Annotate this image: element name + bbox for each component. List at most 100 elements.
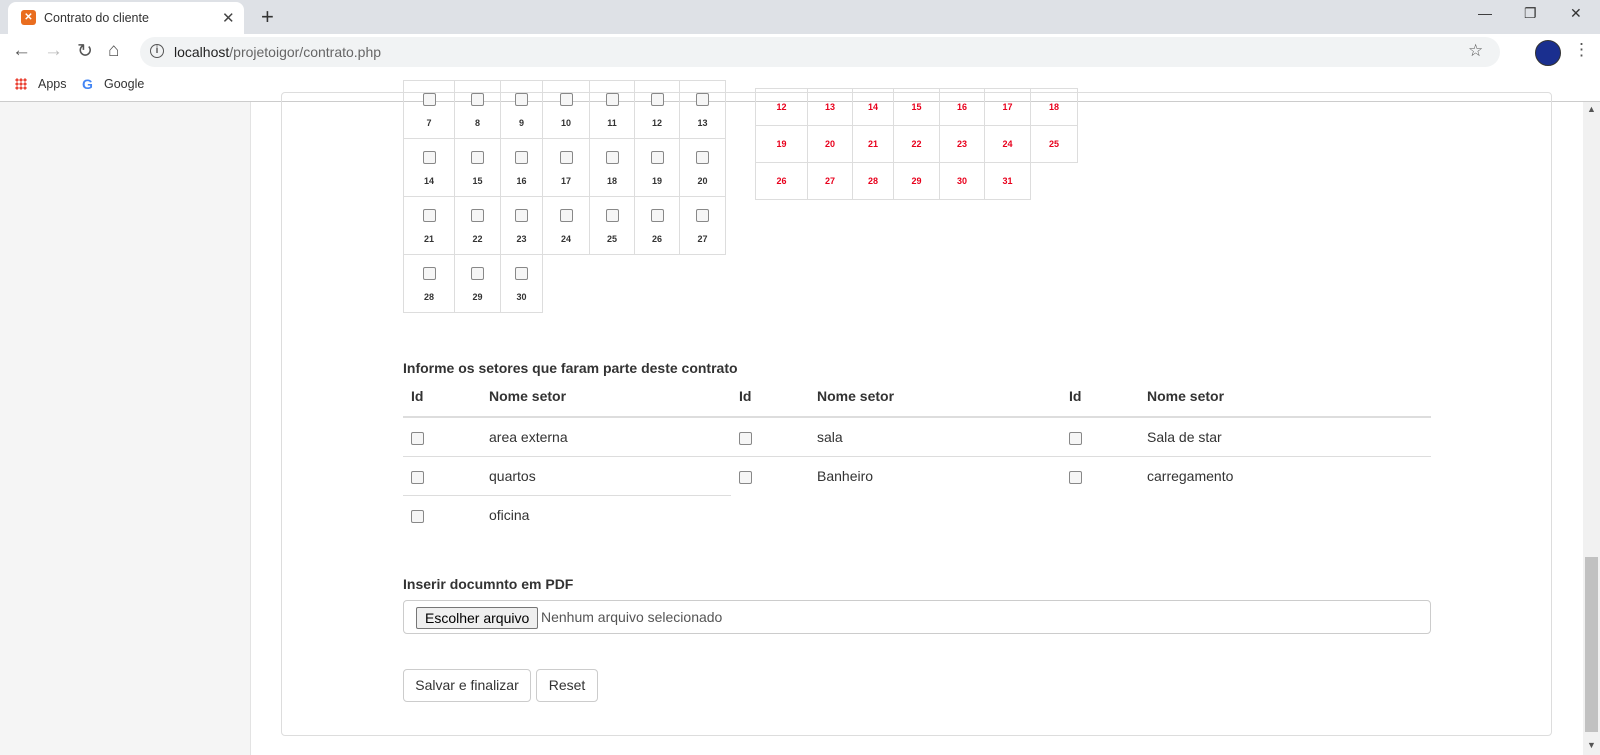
day-checkbox[interactable] [471, 209, 484, 222]
day-checkbox[interactable] [605, 151, 619, 164]
minimize-button[interactable]: — [1478, 5, 1492, 21]
sector-checkbox[interactable] [411, 470, 424, 484]
choose-file-button[interactable]: Escolher arquivo [416, 607, 539, 629]
calendar-day-red[interactable]: 26 [755, 162, 808, 200]
bookmark-star-icon[interactable]: ☆ [1468, 41, 1483, 61]
url-text[interactable]: localhost/projetoigor/contrato.php [174, 44, 381, 60]
calendar-day-red[interactable]: 23 [939, 125, 985, 163]
new-tab-button[interactable]: + [261, 4, 274, 30]
window-close-button[interactable]: ✕ [1570, 5, 1582, 22]
calendar-day: 8 [474, 118, 480, 128]
sector-name: quartos [481, 456, 731, 496]
calendar-day-red[interactable]: 24 [984, 125, 1031, 163]
reset-button[interactable]: Reset [536, 669, 598, 702]
save-finish-button[interactable]: Salvar e finalizar [403, 669, 531, 702]
forward-button[interactable]: → [44, 40, 63, 62]
day-checkbox[interactable] [515, 93, 528, 106]
empty-cell [1031, 163, 1078, 200]
calendar-day-red[interactable]: 27 [807, 162, 853, 200]
tab-close-icon[interactable]: ✕ [222, 9, 235, 27]
day-checkbox[interactable] [471, 93, 484, 106]
profile-avatar[interactable] [1535, 40, 1561, 66]
google-icon: G [82, 76, 93, 92]
calendar-day-red[interactable]: 28 [852, 162, 894, 200]
day-checkbox[interactable] [559, 209, 573, 222]
pdf-file-input[interactable]: Escolher arquivo Nenhum arquivo selecion… [403, 600, 1431, 634]
calendar-day: 7 [426, 118, 432, 128]
sector-checkbox[interactable] [1069, 431, 1082, 445]
calendar-day-red[interactable]: 30 [939, 162, 985, 200]
scroll-down-arrow-icon[interactable]: ▼ [1587, 740, 1596, 750]
day-checkbox[interactable] [559, 93, 573, 106]
day-checkbox[interactable] [650, 93, 664, 106]
calendar-day-red[interactable]: 12 [755, 88, 808, 126]
day-checkbox[interactable] [422, 151, 436, 164]
calendar-day-red[interactable]: 29 [893, 162, 940, 200]
home-button[interactable]: ⌂ [108, 40, 119, 62]
sectors-table: Id Nome setor Id Nome setor Id Nome seto… [403, 376, 1431, 534]
scroll-up-arrow-icon[interactable]: ▲ [1587, 104, 1596, 114]
calendar-day: 11 [607, 118, 617, 128]
pdf-upload-label: Inserir documnto em PDF [403, 576, 574, 592]
scroll-thumb[interactable] [1585, 557, 1598, 732]
calendar-day: 30 [516, 292, 527, 302]
page-scrollbar[interactable]: ▲ ▼ [1583, 102, 1600, 755]
calendar-day: 10 [560, 118, 571, 128]
site-info-icon[interactable]: i [150, 44, 164, 58]
column-header-id: Id [403, 376, 481, 418]
address-bar[interactable]: i localhost/projetoigor/contrato.php ☆ [140, 37, 1500, 67]
calendar-day-red[interactable]: 19 [755, 125, 808, 163]
day-checkbox[interactable] [696, 93, 709, 106]
day-checkbox[interactable] [559, 151, 573, 164]
sector-checkbox[interactable] [411, 431, 424, 445]
day-checkbox[interactable] [422, 93, 436, 106]
day-checkbox[interactable] [650, 209, 664, 222]
browser-menu-icon[interactable]: ⋮ [1573, 40, 1590, 60]
calendar-day: 22 [472, 234, 483, 244]
sector-checkbox[interactable] [739, 431, 752, 445]
bookmark-google[interactable]: Google [104, 77, 144, 91]
day-checkbox[interactable] [471, 267, 484, 280]
sector-checkbox[interactable] [1069, 471, 1082, 485]
sector-checkbox[interactable] [739, 471, 752, 485]
calendar-day-red[interactable]: 31 [984, 162, 1031, 200]
calendar-red-days: 12 13 14 15 16 17 18 19 20 21 22 23 24 2… [755, 88, 1078, 200]
calendar-day-red[interactable]: 16 [939, 88, 985, 126]
calendar-day-red[interactable]: 21 [852, 125, 894, 163]
day-checkbox[interactable] [515, 151, 528, 164]
day-checkbox[interactable] [471, 151, 484, 164]
browser-tab[interactable]: ✕ Contrato do cliente ✕ [8, 2, 244, 34]
sector-name: Sala de star [1147, 429, 1222, 445]
empty-cell [680, 255, 726, 313]
day-checkbox[interactable] [696, 209, 709, 222]
bookmark-apps[interactable]: Apps [38, 77, 67, 91]
restore-button[interactable]: ❐ [1524, 5, 1537, 22]
calendar-day-red[interactable]: 13 [807, 88, 853, 126]
calendar-checkbox-days: 7 8 9 10 11 12 13 14 15 16 17 18 19 20 2… [403, 80, 726, 313]
sector-name: Banheiro [809, 456, 1061, 496]
day-checkbox[interactable] [422, 209, 436, 222]
reload-button[interactable]: ↻ [77, 40, 93, 63]
day-checkbox[interactable] [422, 267, 436, 280]
day-checkbox[interactable] [515, 209, 528, 222]
calendar-day-red[interactable]: 22 [893, 125, 940, 163]
calendar-day: 13 [697, 118, 708, 128]
calendar-day-red[interactable]: 15 [893, 88, 940, 126]
calendar-day-red[interactable]: 20 [807, 125, 853, 163]
day-checkbox[interactable] [605, 209, 619, 222]
back-button[interactable]: ← [12, 40, 31, 62]
calendar-day: 15 [472, 176, 483, 186]
day-checkbox[interactable] [605, 93, 619, 106]
day-checkbox[interactable] [696, 151, 709, 164]
sector-checkbox[interactable] [411, 509, 424, 523]
calendar-day: 21 [423, 234, 434, 244]
calendar-day-red[interactable]: 14 [852, 88, 894, 126]
left-gutter [0, 102, 251, 755]
xampp-favicon-icon: ✕ [21, 10, 36, 25]
day-checkbox[interactable] [650, 151, 664, 164]
calendar-day-red[interactable]: 25 [1030, 125, 1078, 163]
calendar-day-red[interactable]: 17 [984, 88, 1031, 126]
day-checkbox[interactable] [515, 267, 528, 280]
table-row: quartos Banheiro carregamento [403, 456, 1431, 496]
calendar-day-red[interactable]: 18 [1030, 88, 1078, 126]
